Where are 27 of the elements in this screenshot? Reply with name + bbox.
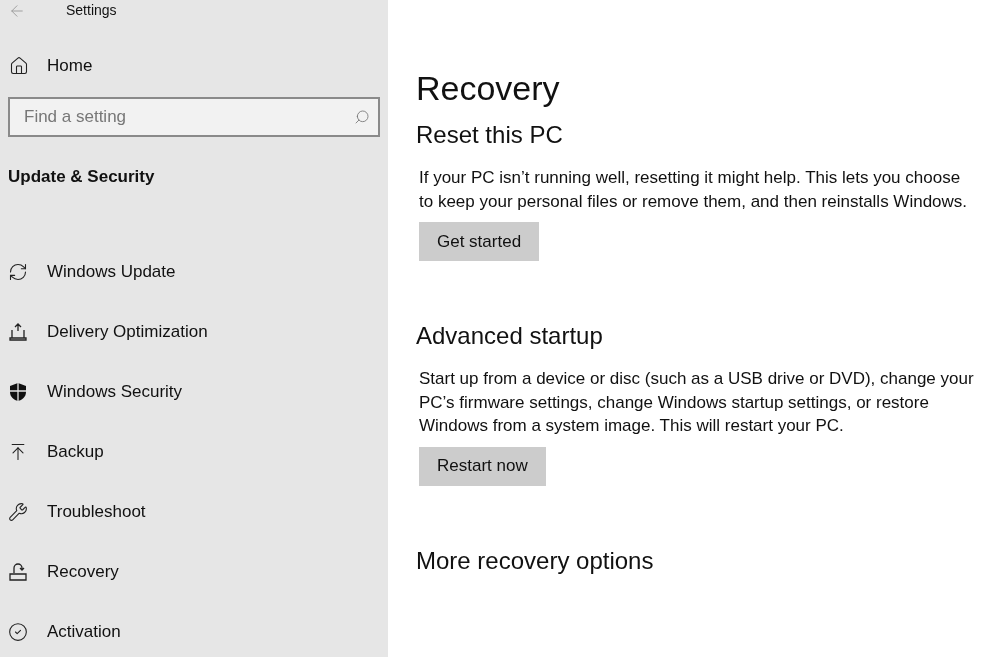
window-title: Settings	[66, 1, 117, 20]
nav-item[interactable]: Troubleshoot	[0, 482, 388, 542]
section-title: Update & Security	[7, 165, 156, 188]
search-icon	[354, 108, 370, 125]
drive-arrow-icon	[8, 562, 28, 582]
wrench-icon	[8, 502, 28, 522]
nav-item[interactable]: Backup	[0, 422, 388, 482]
section-description: Start up from a device or disc (such as a USB drive or DVD), change your PC’s firmware settings, change Windows startup settings, or restore Windows from a system image. This will restart your PC.	[419, 368, 975, 437]
nav-item[interactable]: Recovery	[0, 542, 388, 602]
nav-item[interactable]: Windows Security	[0, 362, 388, 422]
section-heading: More recovery options	[416, 545, 655, 576]
search-field[interactable]: Find a setting	[8, 96, 380, 137]
section-heading: Advanced startup	[416, 321, 604, 351]
refresh-icon	[8, 262, 28, 282]
nav-item[interactable]: Activation	[0, 602, 388, 657]
page-title: Recovery	[416, 68, 561, 109]
action-button[interactable]: Restart now	[419, 446, 546, 486]
section-description: If your PC isn’t running well, resetting it might help. This lets you choose to keep your personal files or remove them, and then reinstalls Windows.	[419, 167, 969, 213]
home-icon	[9, 55, 29, 76]
shield-icon	[8, 382, 28, 402]
action-button[interactable]: Get started	[419, 222, 540, 261]
section-heading: Reset this PC	[416, 120, 564, 150]
nav-item[interactable]: Delivery Optimization	[0, 302, 388, 362]
check-circle-icon	[8, 622, 28, 642]
laptop-upload-icon	[8, 322, 28, 342]
nav-item[interactable]: Windows Update	[0, 242, 388, 302]
home-link[interactable]: Home	[0, 53, 388, 79]
